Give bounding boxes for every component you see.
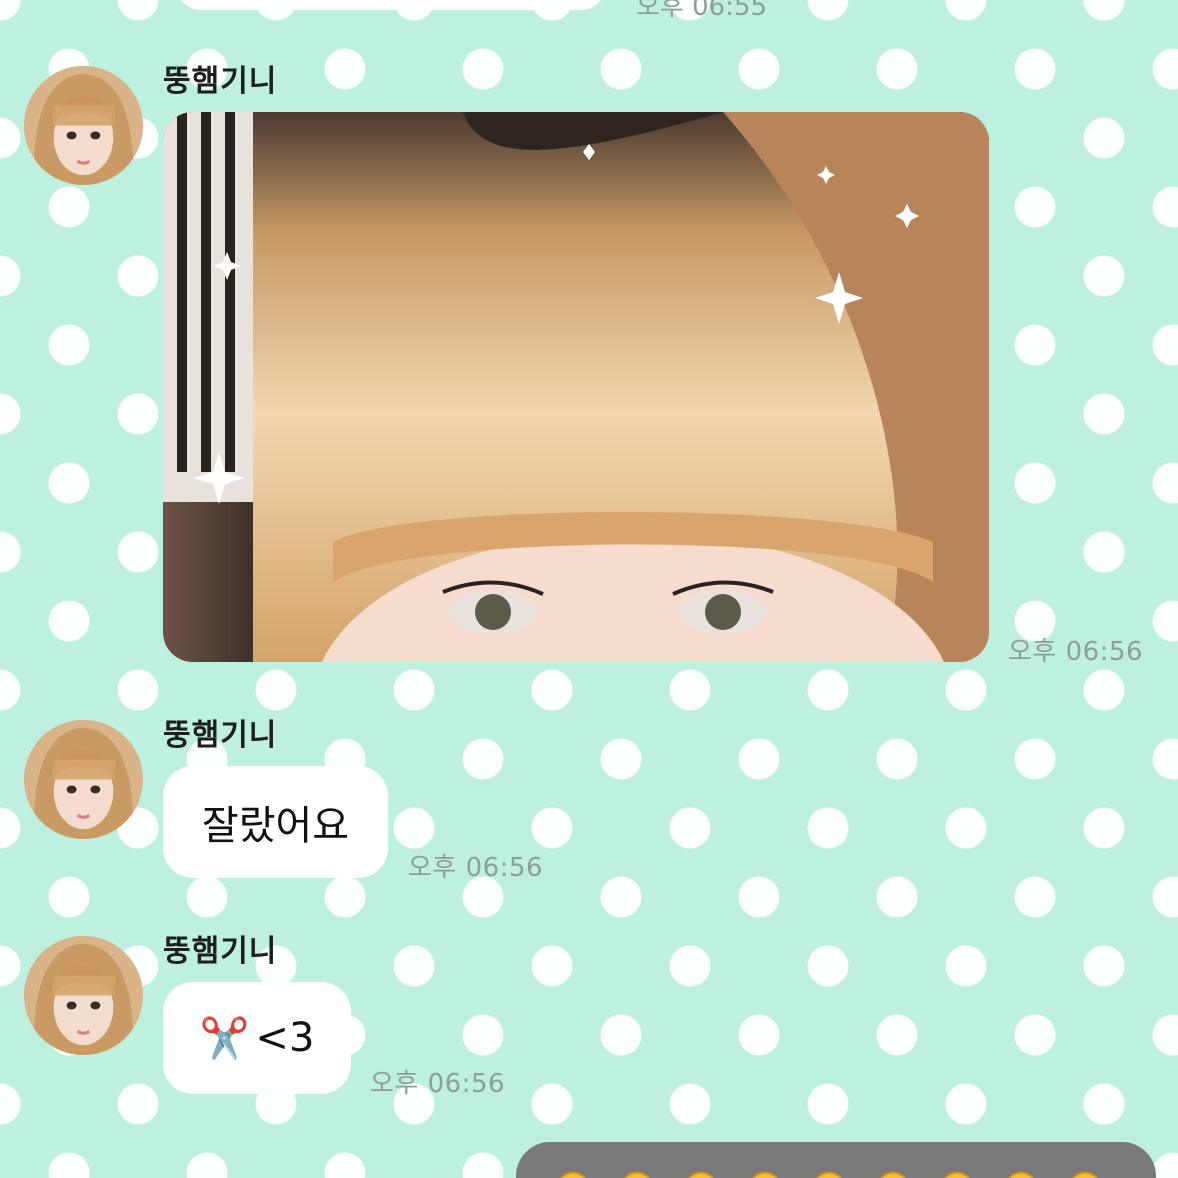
smiley-face-emoji-icon <box>684 1172 718 1178</box>
smiley-face-emoji-icon <box>1004 1172 1038 1178</box>
message-time: 오후 06:56 <box>408 853 544 883</box>
emoji-row <box>556 1172 1102 1178</box>
message-time-partial: 오후 06:55 <box>636 0 768 22</box>
message-time: 오후 06:56 <box>370 1069 506 1099</box>
sender-name: 뚱햄기니 <box>163 718 278 753</box>
avatar[interactable] <box>24 720 143 839</box>
avatar[interactable] <box>24 66 143 185</box>
my-message-bubble-partial[interactable] <box>516 1142 1156 1178</box>
avatar-image <box>24 66 143 185</box>
avatar-image <box>24 720 143 839</box>
message-image[interactable] <box>163 112 989 662</box>
smiley-face-emoji-icon <box>748 1172 782 1178</box>
message-bubble[interactable]: 잘랐어요 <box>163 766 388 878</box>
message-time: 오후 06:56 <box>1008 637 1144 667</box>
sender-name: 뚱햄기니 <box>163 64 278 99</box>
photo-hair-bangs <box>163 112 989 662</box>
smiley-face-emoji-icon <box>876 1172 910 1178</box>
sender-name: 뚱햄기니 <box>163 934 278 969</box>
avatar-image <box>24 936 143 1055</box>
avatar[interactable] <box>24 936 143 1055</box>
smiley-face-emoji-icon <box>812 1172 846 1178</box>
message-text: 잘랐어요 <box>201 803 350 849</box>
message-text: <3 <box>255 1015 315 1061</box>
smiley-face-emoji-icon <box>1068 1172 1102 1178</box>
message-bubble-partial[interactable] <box>176 0 606 10</box>
scissors-icon: ✂️ <box>199 1015 250 1062</box>
message-bubble[interactable]: ✂️ <3 <box>163 982 351 1094</box>
smiley-face-emoji-icon <box>556 1172 590 1178</box>
smiley-face-emoji-icon <box>940 1172 974 1178</box>
smiley-face-emoji-icon <box>620 1172 654 1178</box>
